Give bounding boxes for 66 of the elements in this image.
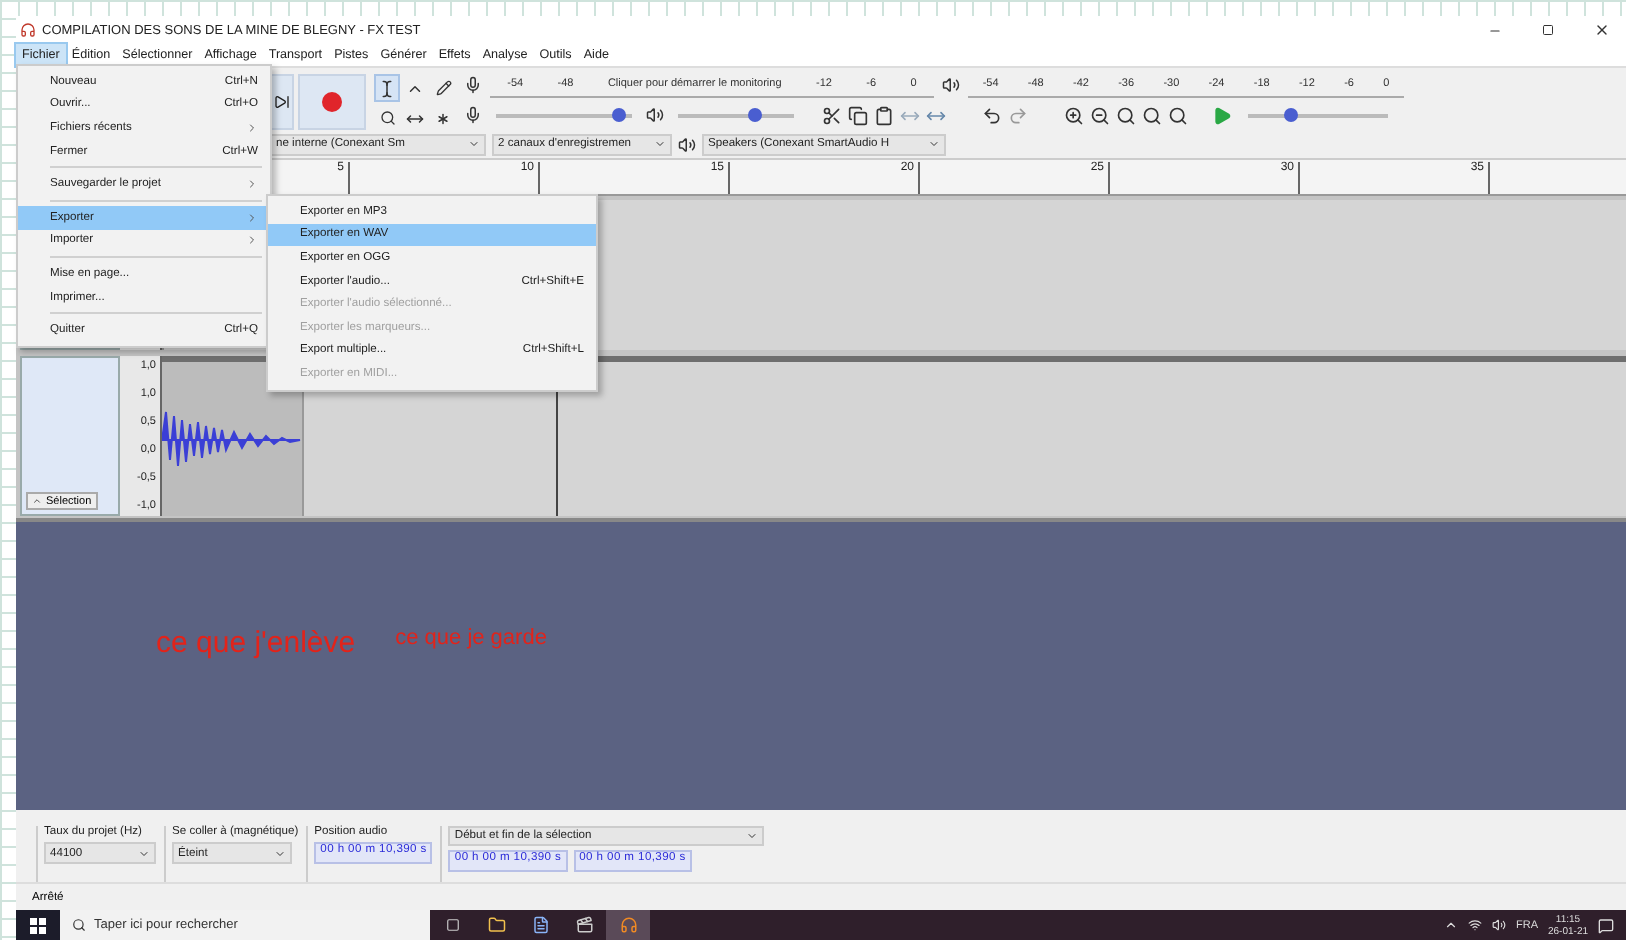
- document-icon: [531, 916, 549, 934]
- caret-icon: [928, 138, 940, 150]
- zoom-toggle-button[interactable]: [1166, 103, 1190, 128]
- caret-icon: [32, 496, 42, 506]
- skip-end-icon: [274, 94, 290, 110]
- caret-icon: [138, 847, 150, 859]
- undo-icon: [982, 105, 1002, 126]
- record-icon: [322, 92, 342, 112]
- notification-icon[interactable]: [1598, 917, 1614, 933]
- caret-icon: [746, 830, 759, 842]
- folder-icon: [487, 916, 505, 934]
- magnifier-icon: [379, 110, 395, 126]
- slider-thumb[interactable]: [612, 107, 627, 122]
- magnifier-icon: [1168, 105, 1188, 126]
- caret-icon: [654, 138, 666, 150]
- annotation-text: ce que j'enlève: [156, 626, 356, 660]
- paste-button[interactable]: [872, 103, 896, 128]
- speaker-icon[interactable]: [1491, 918, 1506, 932]
- caret-icon: [468, 138, 480, 150]
- start-button[interactable]: [16, 910, 60, 940]
- undo-button[interactable]: [980, 103, 1004, 128]
- redo-icon: [1008, 105, 1028, 126]
- skip-end-button[interactable]: [270, 74, 294, 130]
- clapperboard-icon: [575, 916, 593, 934]
- chevron-icon[interactable]: [1443, 918, 1458, 932]
- play-icon: [1212, 105, 1232, 126]
- slider-thumb[interactable]: [1284, 107, 1298, 122]
- caret-icon: [274, 847, 286, 859]
- copy-icon: [848, 105, 868, 126]
- speaker-icon: [678, 135, 696, 153]
- record-button[interactable]: [298, 74, 366, 130]
- four-squares-icon: [30, 917, 46, 933]
- zoom-in-button[interactable]: [1062, 103, 1086, 128]
- zoom-out-icon: [1090, 105, 1110, 126]
- wifi-icon[interactable]: [1467, 918, 1482, 932]
- play-at-speed-button[interactable]: [1210, 103, 1234, 128]
- pencil-icon: [435, 80, 451, 96]
- zoom-selection-button[interactable]: [1114, 103, 1138, 128]
- square-icon: [445, 918, 459, 932]
- close-icon: [1594, 22, 1610, 38]
- asterisk-icon: [434, 109, 452, 127]
- zoom-in-icon: [1064, 105, 1084, 126]
- clipboard-icon: [874, 105, 894, 126]
- microphone-icon: [464, 75, 482, 94]
- slider-track[interactable]: [496, 113, 632, 118]
- magnifier-icon: [1142, 105, 1162, 126]
- zoom-fit-button[interactable]: [1140, 103, 1164, 128]
- microphone-icon: [464, 106, 482, 125]
- search-icon: [72, 918, 86, 932]
- double-arrow-icon: [406, 109, 424, 127]
- slider-track[interactable]: [678, 113, 794, 118]
- text-cursor-icon: [378, 79, 396, 97]
- speaker-icon: [942, 75, 960, 94]
- maximize-icon: [1542, 24, 1554, 36]
- copy-button[interactable]: [846, 103, 870, 128]
- magnifier-icon: [1116, 105, 1136, 126]
- headphones-icon: [20, 22, 36, 38]
- scissors-icon: [822, 105, 842, 126]
- zoom-out-button[interactable]: [1088, 103, 1112, 128]
- slider-track[interactable]: [1248, 113, 1388, 118]
- slider-thumb[interactable]: [747, 107, 762, 122]
- headphones-icon: [619, 916, 637, 934]
- speaker-icon: [646, 106, 664, 125]
- selection-tool[interactable]: [374, 74, 400, 102]
- cut-button[interactable]: [820, 103, 844, 128]
- annotation-text: ce que je garde: [395, 626, 547, 650]
